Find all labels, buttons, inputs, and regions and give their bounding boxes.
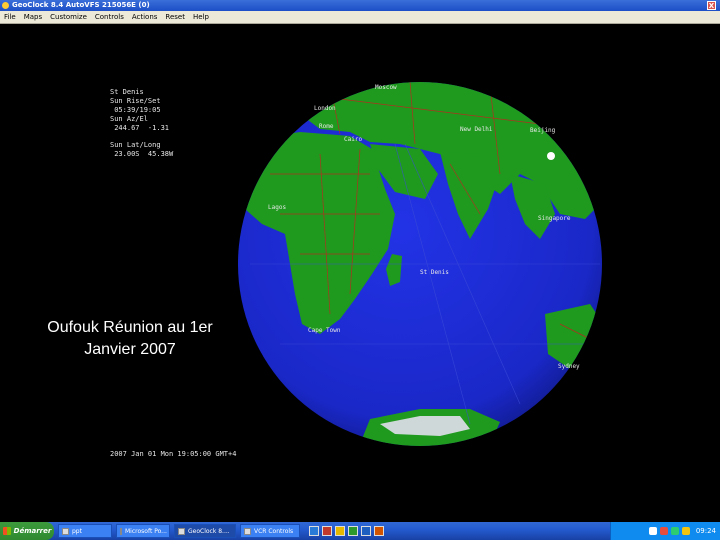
city-label-sydney: Sydney [558,363,580,370]
quick-launch [306,526,384,536]
city-label-lagos: Lagos [268,204,287,211]
info-city: St Denis [110,88,144,96]
start-button[interactable]: Démarrer [0,522,54,540]
caption-line-2: Janvier 2007 [84,341,176,358]
menu-file[interactable]: File [0,11,20,23]
task-label: GeoClock 8.... [188,527,230,535]
media-icon[interactable] [322,526,332,536]
city-label-beijing: Beijing [530,127,556,134]
city-label-moscow: Moscow [375,84,397,91]
vcr-icon [244,527,251,535]
task-vcr-controls[interactable]: VCR Controls [240,524,300,538]
info-az-el-value: 244.67 -1.31 [110,124,170,132]
task-ppt[interactable]: ppt [58,524,112,538]
tray-icon[interactable] [648,527,657,535]
taskbar-clock[interactable]: 09:24 [696,527,716,535]
info-lat-long-value: 23.00S 45.38W [110,150,174,158]
city-label-rome: Rome [319,123,334,130]
info-rise-set-value: 05:39/19:05 [110,106,161,114]
taskbar: Démarrer ppt Microsoft Po... GeoClock 8.… [0,522,720,540]
word-icon[interactable] [361,526,371,536]
close-button[interactable]: X [707,1,716,10]
browser-icon[interactable] [309,526,319,536]
tray-icon[interactable] [659,527,668,535]
menu-bar: File Maps Customize Controls Actions Res… [0,11,720,24]
tray-icon[interactable] [681,527,690,535]
city-label-cairo: Cairo [344,136,363,143]
task-label: ppt [72,527,82,535]
task-geoclock[interactable]: GeoClock 8.... [174,524,236,538]
geoclock-app-icon [2,2,9,9]
city-label-cape-town: Cape Town [308,327,341,334]
folder-icon [62,527,69,535]
title-bar: GeoClock 8.4 AutoVFS 215056E (0) X [0,0,720,11]
info-rise-set-label: Sun Rise/Set [110,97,161,105]
menu-controls[interactable]: Controls [91,11,128,23]
task-label: VCR Controls [254,527,294,535]
sun-info-panel: St Denis Sun Rise/Set 05:39/19:05 Sun Az/E… [110,88,173,159]
task-label: Microsoft Po... [125,527,167,535]
mail-icon[interactable] [335,526,345,536]
menu-maps[interactable]: Maps [20,11,46,23]
menu-customize[interactable]: Customize [46,11,91,23]
windows-logo-icon [2,527,11,535]
city-label-st-denis: St Denis [420,269,449,276]
menu-actions[interactable]: Actions [128,11,162,23]
app-icon[interactable] [374,526,384,536]
task-microsoft-powerpoint[interactable]: Microsoft Po... [116,524,170,538]
info-az-el-label: Sun Az/El [110,115,148,123]
start-label: Démarrer [13,527,52,535]
geoclock-icon [178,527,185,535]
window-title: GeoClock 8.4 AutoVFS 215056E (0) [12,1,150,9]
city-label-london: London [314,105,336,112]
excel-icon[interactable] [348,526,358,536]
powerpoint-icon [120,527,122,535]
info-lat-long-label: Sun Lat/Long [110,141,161,149]
system-tray: 09:24 [610,522,720,540]
globe-viewport[interactable]: St Denis Sun Rise/Set 05:39/19:05 Sun Az/E… [0,24,720,522]
slide-caption: Oufouk Réunion au 1er Janvier 2007 [0,317,260,361]
menu-reset[interactable]: Reset [161,11,189,23]
city-label-new-delhi: New Delhi [460,126,493,133]
globe-map[interactable] [0,24,720,522]
menu-help[interactable]: Help [189,11,213,23]
city-label-singapore: Singapore [538,215,571,222]
sun-marker [547,152,555,160]
tray-icon[interactable] [670,527,679,535]
datetime-readout: 2007 Jan 01 Mon 19:05:00 GMT+4 [110,450,237,458]
caption-line-1: Oufouk Réunion au 1er [47,319,213,336]
